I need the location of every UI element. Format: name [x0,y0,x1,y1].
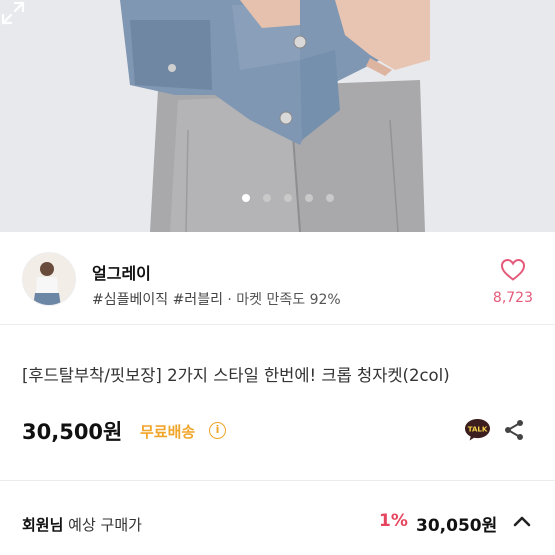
member-price-row[interactable]: 회원님 예상 구매가 1% 30,050원 [0,480,555,555]
member-discount-rate: 1% [379,511,408,531]
market-satisfaction: · 마켓 만족도 92% [227,292,341,308]
product-title: [후드탈부착/핏보장] 2가지 스타일 한번에! 크롭 청자켓(2col) [22,366,450,385]
expand-icon[interactable] [0,0,26,26]
kakao-talk-icon[interactable]: TALK [463,417,492,442]
shop-info[interactable]: 얼그레이 #심플베이직 #러블리 · 마켓 만족도 92% 8,723 [0,232,555,324]
free-shipping-badge: 무료배송 [140,423,196,441]
pager-dot[interactable] [283,194,292,202]
pager-dot[interactable] [304,194,313,202]
shop-avatar[interactable] [22,252,76,306]
member-label-rest: 예상 구매가 [63,516,142,534]
shop-name[interactable]: 얼그레이 [92,260,151,284]
pager-dot-active[interactable] [241,194,250,202]
info-icon[interactable]: i [209,422,226,439]
member-price-label: 회원님 예상 구매가 [22,514,142,535]
carousel-pager [0,194,555,202]
product-image-carousel[interactable] [0,0,555,232]
pager-dot[interactable] [325,194,334,202]
member-expected-price: 30,050원 [416,516,498,536]
divider [0,324,555,325]
talk-label: TALK [468,426,488,434]
product-price: 30,500원 [22,420,123,444]
member-label-bold: 회원님 [22,516,64,534]
like-count: 8,723 [492,290,533,306]
chevron-up-icon[interactable] [512,514,532,528]
shop-tags: #심플베이직 #러블리 · 마켓 만족도 92% [92,289,341,309]
share-icon[interactable] [503,419,525,441]
shop-hashtags[interactable]: #심플베이직 #러블리 [92,292,223,308]
heart-outline-icon[interactable] [500,258,526,282]
pager-dot[interactable] [262,194,271,202]
